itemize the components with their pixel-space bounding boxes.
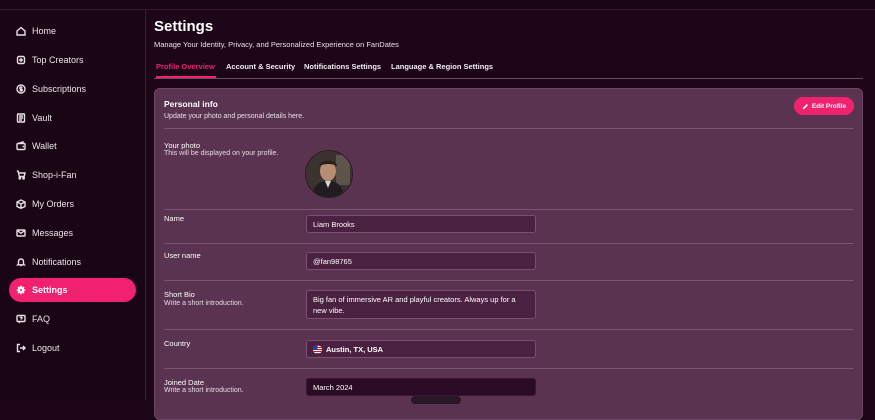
sparkle-icon — [16, 55, 26, 65]
sidebar-item-faq[interactable]: FAQ — [9, 307, 136, 331]
cart-icon — [16, 170, 26, 180]
sidebar-item-logout[interactable]: Logout — [9, 336, 136, 360]
mail-icon — [16, 228, 26, 238]
edit-profile-button[interactable]: Edit Profile — [794, 97, 854, 115]
joined-date-input[interactable] — [306, 378, 536, 396]
sidebar-item-label: Top Creators — [32, 55, 84, 65]
divider — [164, 280, 854, 281]
sidebar-item-notifications[interactable]: Notifications — [9, 250, 136, 274]
sidebar-item-wallet[interactable]: Wallet — [9, 134, 136, 158]
country-select[interactable]: Austin, TX, USA — [306, 340, 536, 358]
scroll-handle[interactable] — [411, 396, 461, 404]
faq-icon — [16, 314, 26, 324]
vault-icon — [16, 113, 26, 123]
wallet-icon — [16, 141, 26, 151]
joined-hint: Write a short introduction. — [164, 387, 244, 394]
logout-icon — [16, 343, 26, 353]
joined-label: Joined Date — [164, 378, 205, 387]
dollar-icon — [16, 84, 26, 94]
sidebar-item-label: Logout — [32, 343, 60, 353]
avatar[interactable] — [305, 150, 353, 198]
sidebar-item-label: Messages — [32, 228, 74, 238]
sidebar-item-label: Vault — [32, 113, 52, 123]
sidebar-item-messages[interactable]: Messages — [9, 221, 136, 245]
country-label: Country — [164, 339, 191, 348]
sidebar-item-vault[interactable]: Vault — [9, 106, 136, 130]
sidebar: Home Top Creators Subscriptions Vault Wa… — [0, 10, 146, 400]
page-subtitle: Manage Your Identity, Privacy, and Perso… — [154, 40, 399, 49]
sidebar-item-shop-i-fan[interactable]: Shop-i-Fan — [9, 163, 136, 187]
sidebar-item-label: Wallet — [32, 141, 57, 151]
name-input[interactable] — [306, 215, 536, 233]
username-input[interactable] — [306, 252, 536, 270]
home-icon — [16, 26, 26, 36]
personal-info-card: Personal info Update your photo and pers… — [154, 88, 863, 420]
gear-icon — [16, 285, 26, 295]
sidebar-item-label: My Orders — [32, 199, 75, 209]
tab-profile-overview[interactable]: Profile Overview — [156, 62, 215, 71]
tab-account-security[interactable]: Account & Security — [226, 62, 295, 71]
active-tab-indicator — [156, 76, 216, 78]
sidebar-item-subscriptions[interactable]: Subscriptions — [9, 77, 136, 101]
sidebar-item-label: Subscriptions — [32, 84, 87, 94]
photo-hint: This will be displayed on your profile. — [164, 150, 279, 157]
settings-tabs: Profile Overview Account & Security Noti… — [154, 60, 863, 79]
bio-hint: Write a short introduction. — [164, 300, 244, 307]
bell-icon — [16, 257, 26, 267]
divider — [164, 209, 854, 210]
sidebar-item-my-orders[interactable]: My Orders — [9, 192, 136, 216]
sidebar-item-settings[interactable]: Settings — [9, 278, 136, 302]
sidebar-item-label: Notifications — [32, 257, 82, 267]
sidebar-item-label: Settings — [32, 285, 68, 295]
top-bar — [0, 0, 875, 10]
divider — [164, 128, 854, 129]
divider — [164, 368, 854, 369]
country-value: Austin, TX, USA — [326, 344, 384, 354]
card-subtitle: Update your photo and personal details h… — [164, 113, 305, 120]
name-label: Name — [164, 214, 185, 223]
avatar-image — [306, 151, 352, 197]
edit-profile-label: Edit Profile — [811, 102, 847, 110]
photo-label: Your photo — [164, 141, 201, 150]
card-title: Personal info — [164, 99, 218, 109]
pencil-icon — [802, 103, 808, 109]
tab-language-region-settings[interactable]: Language & Region Settings — [391, 62, 493, 71]
divider — [164, 243, 854, 244]
sidebar-item-label: Shop-i-Fan — [32, 170, 77, 180]
divider — [164, 329, 854, 330]
orders-icon — [16, 199, 26, 209]
sidebar-item-home[interactable]: Home — [9, 19, 136, 43]
bio-label: Short Bio — [164, 290, 195, 299]
page-title: Settings — [154, 18, 214, 35]
sidebar-item-label: Home — [32, 26, 57, 36]
us-flag-icon — [313, 344, 322, 354]
sidebar-item-top-creators[interactable]: Top Creators — [9, 48, 136, 72]
bio-textarea[interactable]: Big fan of immersive AR and playful crea… — [306, 290, 536, 319]
username-label: User name — [164, 251, 201, 260]
main-content: Settings Manage Your Identity, Privacy, … — [146, 10, 875, 420]
sidebar-item-label: FAQ — [32, 314, 51, 324]
tab-notifications-settings[interactable]: Notifications Settings — [304, 62, 381, 71]
